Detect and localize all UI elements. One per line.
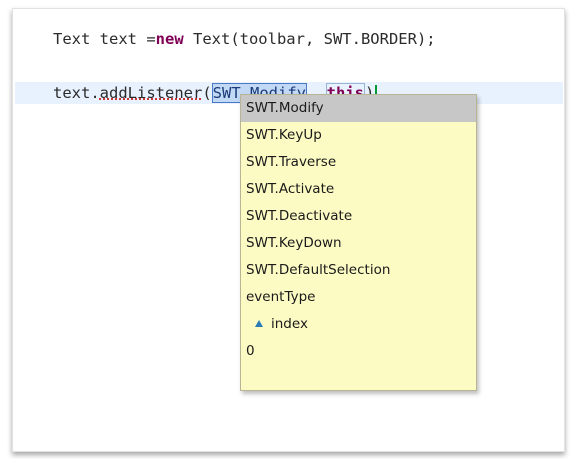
completion-label: SWT.KeyDown — [246, 235, 342, 251]
completion-label: SWT.Deactivate — [246, 208, 353, 224]
completion-label: SWT.DefaultSelection — [246, 262, 391, 278]
completion-label: eventType — [246, 289, 316, 305]
completion-item[interactable]: SWT.Activate — [241, 176, 476, 203]
completion-item[interactable]: index — [241, 311, 476, 338]
code-text: Text text = — [53, 30, 156, 48]
code-text: Text(toolbar, SWT.BORDER); — [183, 30, 436, 48]
completion-item[interactable]: SWT.Traverse — [241, 149, 476, 176]
completion-label: SWT.Modify — [246, 100, 324, 116]
completion-item[interactable]: SWT.KeyUp — [241, 122, 476, 149]
completion-item[interactable]: eventType — [241, 284, 476, 311]
field-triangle-icon — [255, 319, 263, 327]
screenshot-page: Text text =new Text(toolbar, SWT.BORDER)… — [0, 0, 575, 459]
completion-item[interactable]: SWT.Deactivate — [241, 203, 476, 230]
method-name: addListener — [99, 84, 203, 102]
completion-label: SWT.Traverse — [246, 154, 337, 170]
completion-item[interactable]: SWT.KeyDown — [241, 230, 476, 257]
completion-label: SWT.Activate — [246, 181, 335, 197]
content-assist-popup[interactable]: SWT.Modify SWT.KeyUp SWT.Traverse SWT.Ac… — [240, 94, 477, 391]
new-keyword: new — [155, 30, 184, 48]
completion-item-selected[interactable]: SWT.Modify — [241, 95, 476, 122]
completion-item[interactable]: 0 — [241, 338, 476, 365]
completion-label: 0 — [246, 343, 255, 359]
completion-item[interactable]: SWT.DefaultSelection — [241, 257, 476, 284]
open-paren: ( — [202, 84, 212, 102]
completion-label: index — [271, 316, 308, 332]
receiver-text: text. — [53, 84, 100, 102]
code-line-1[interactable]: Text text =new Text(toolbar, SWT.BORDER)… — [53, 28, 436, 50]
completion-label: SWT.KeyUp — [246, 127, 322, 143]
